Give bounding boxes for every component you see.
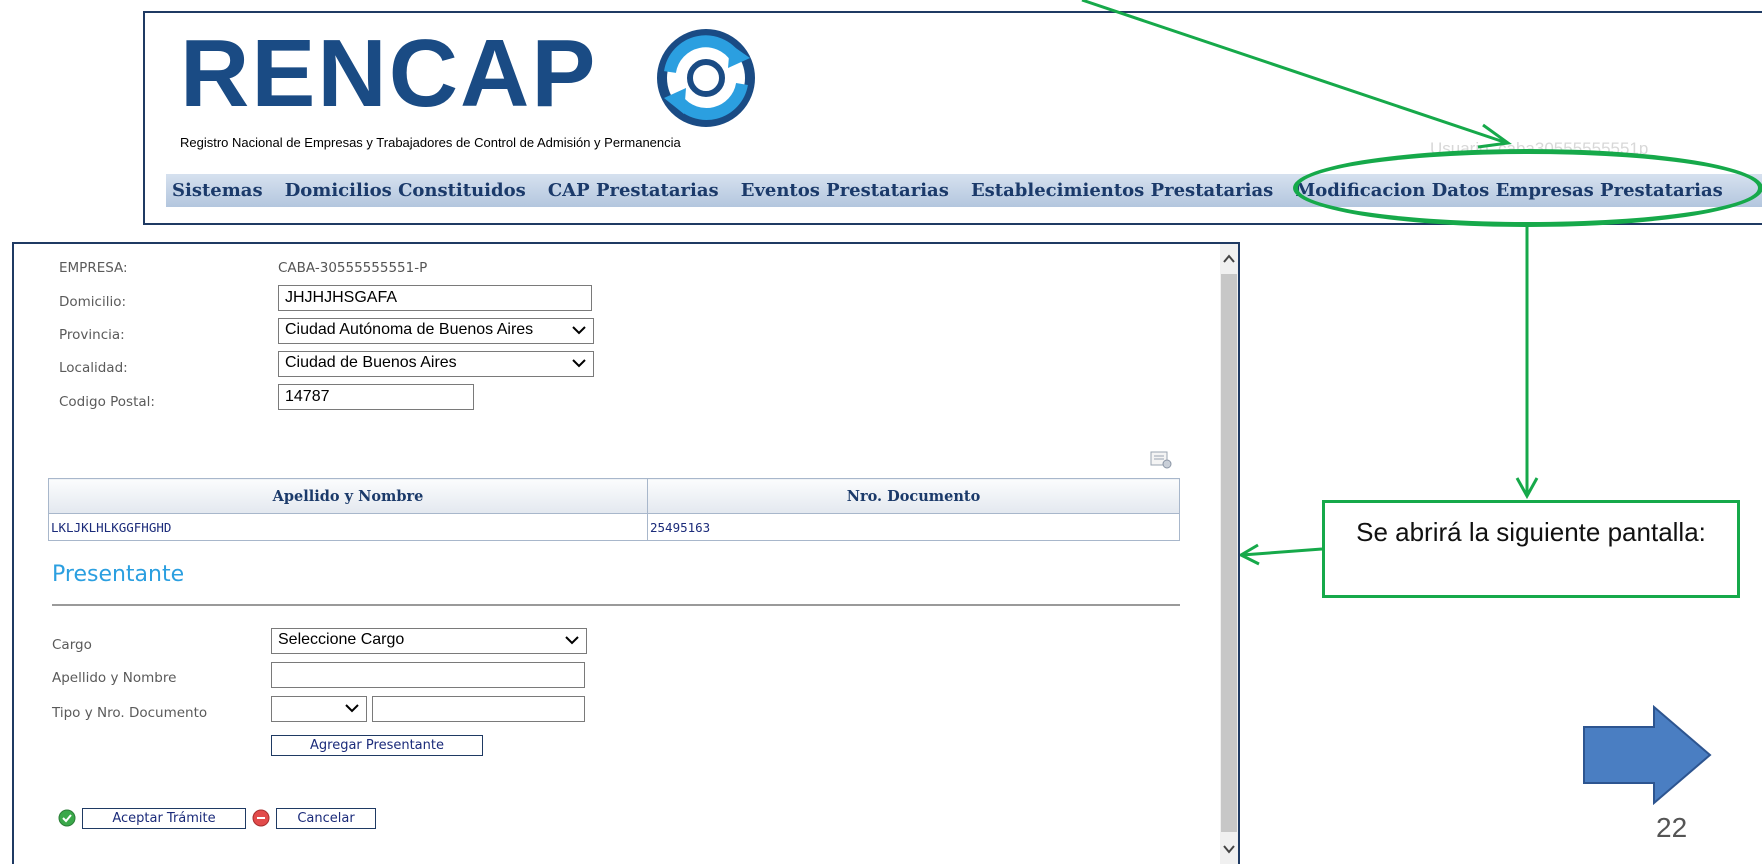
highlight-ellipse [1293, 149, 1762, 227]
localidad-select[interactable]: Ciudad de Buenos Aires [278, 351, 594, 377]
scrollbar-thumb[interactable] [1221, 274, 1237, 832]
arrow-to-form-line [1241, 547, 1323, 557]
cargo-select[interactable]: Seleccione Cargo [271, 628, 587, 654]
cell-apellido: LKLJKLHLKGGFHGHD [48, 513, 648, 541]
chevron-down-icon [572, 326, 586, 335]
next-arrow-icon[interactable] [1582, 705, 1712, 805]
personas-table: Apellido y Nombre Nro. Documento LKLJKLH… [48, 478, 1180, 541]
scroll-up-icon[interactable] [1222, 252, 1236, 266]
menu-item-eventos-prestatarias[interactable]: Eventos Prestatarias [741, 174, 949, 207]
rencap-logo-text: RENCAP [180, 20, 598, 127]
domicilio-input[interactable] [278, 285, 592, 311]
agregar-presentante-button[interactable]: Agregar Presentante [271, 735, 483, 756]
cancel-icon [252, 809, 270, 827]
logo-subtitle: Registro Nacional de Empresas y Trabajad… [180, 135, 681, 150]
scroll-down-icon[interactable] [1222, 842, 1236, 856]
chevron-down-icon [565, 636, 579, 645]
aceptar-tramite-button[interactable]: Aceptar Trámite [82, 808, 246, 829]
localidad-label: Localidad: [59, 360, 128, 376]
empresa-label: EMPRESA: [59, 260, 128, 276]
cancelar-button[interactable]: Cancelar [276, 808, 376, 829]
arrow-to-form-head [1237, 543, 1260, 566]
tipo-documento-select[interactable] [271, 696, 367, 722]
chevron-down-icon [345, 704, 359, 713]
provincia-select[interactable]: Ciudad Autónoma de Buenos Aires [278, 318, 594, 344]
cell-documento: 25495163 [647, 513, 1180, 541]
domicilio-label: Domicilio: [59, 294, 127, 310]
menu-item-domicilios-constituidos[interactable]: Domicilios Constituidos [285, 174, 526, 207]
provincia-selected: Ciudad Autónoma de Buenos Aires [285, 321, 534, 338]
menu-item-establecimientos-prestatarias[interactable]: Establecimientos Prestatarias [971, 174, 1273, 207]
apellido-nombre-label: Apellido y Nombre [52, 670, 177, 686]
apellido-nombre-input[interactable] [271, 662, 585, 688]
check-icon [58, 809, 76, 827]
section-divider [52, 604, 1180, 606]
menu-item-sistemas[interactable]: Sistemas [172, 174, 263, 207]
localidad-selected: Ciudad de Buenos Aires [285, 354, 457, 371]
column-header-apellido[interactable]: Apellido y Nombre [48, 478, 648, 514]
menu-item-cap-prestatarias[interactable]: CAP Prestatarias [548, 174, 719, 207]
column-header-documento[interactable]: Nro. Documento [647, 478, 1180, 514]
callout-box: Se abrirá la siguiente pantalla: [1322, 500, 1740, 598]
empresa-value: CABA-30555555551-P [278, 260, 428, 276]
presentante-section-title: Presentante [52, 562, 185, 587]
export-icon[interactable] [1150, 451, 1172, 469]
nro-documento-input[interactable] [372, 696, 585, 722]
arrow-down-head [1515, 477, 1539, 500]
chevron-down-icon [572, 359, 586, 368]
codigo-postal-label: Codigo Postal: [59, 394, 155, 410]
provincia-label: Provincia: [59, 327, 125, 343]
page-number: 22 [1656, 812, 1688, 843]
table-row[interactable]: LKLJKLHLKGGFHGHD 25495163 [48, 513, 1180, 541]
tipo-documento-label: Tipo y Nro. Documento [52, 705, 208, 721]
form-screenshot: EMPRESA: CABA-30555555551-P Domicilio: P… [12, 242, 1240, 864]
rencap-logo-icon [657, 29, 755, 127]
codigo-postal-input[interactable] [278, 384, 474, 410]
cargo-label: Cargo [52, 637, 92, 653]
cargo-selected: Seleccione Cargo [278, 631, 405, 648]
